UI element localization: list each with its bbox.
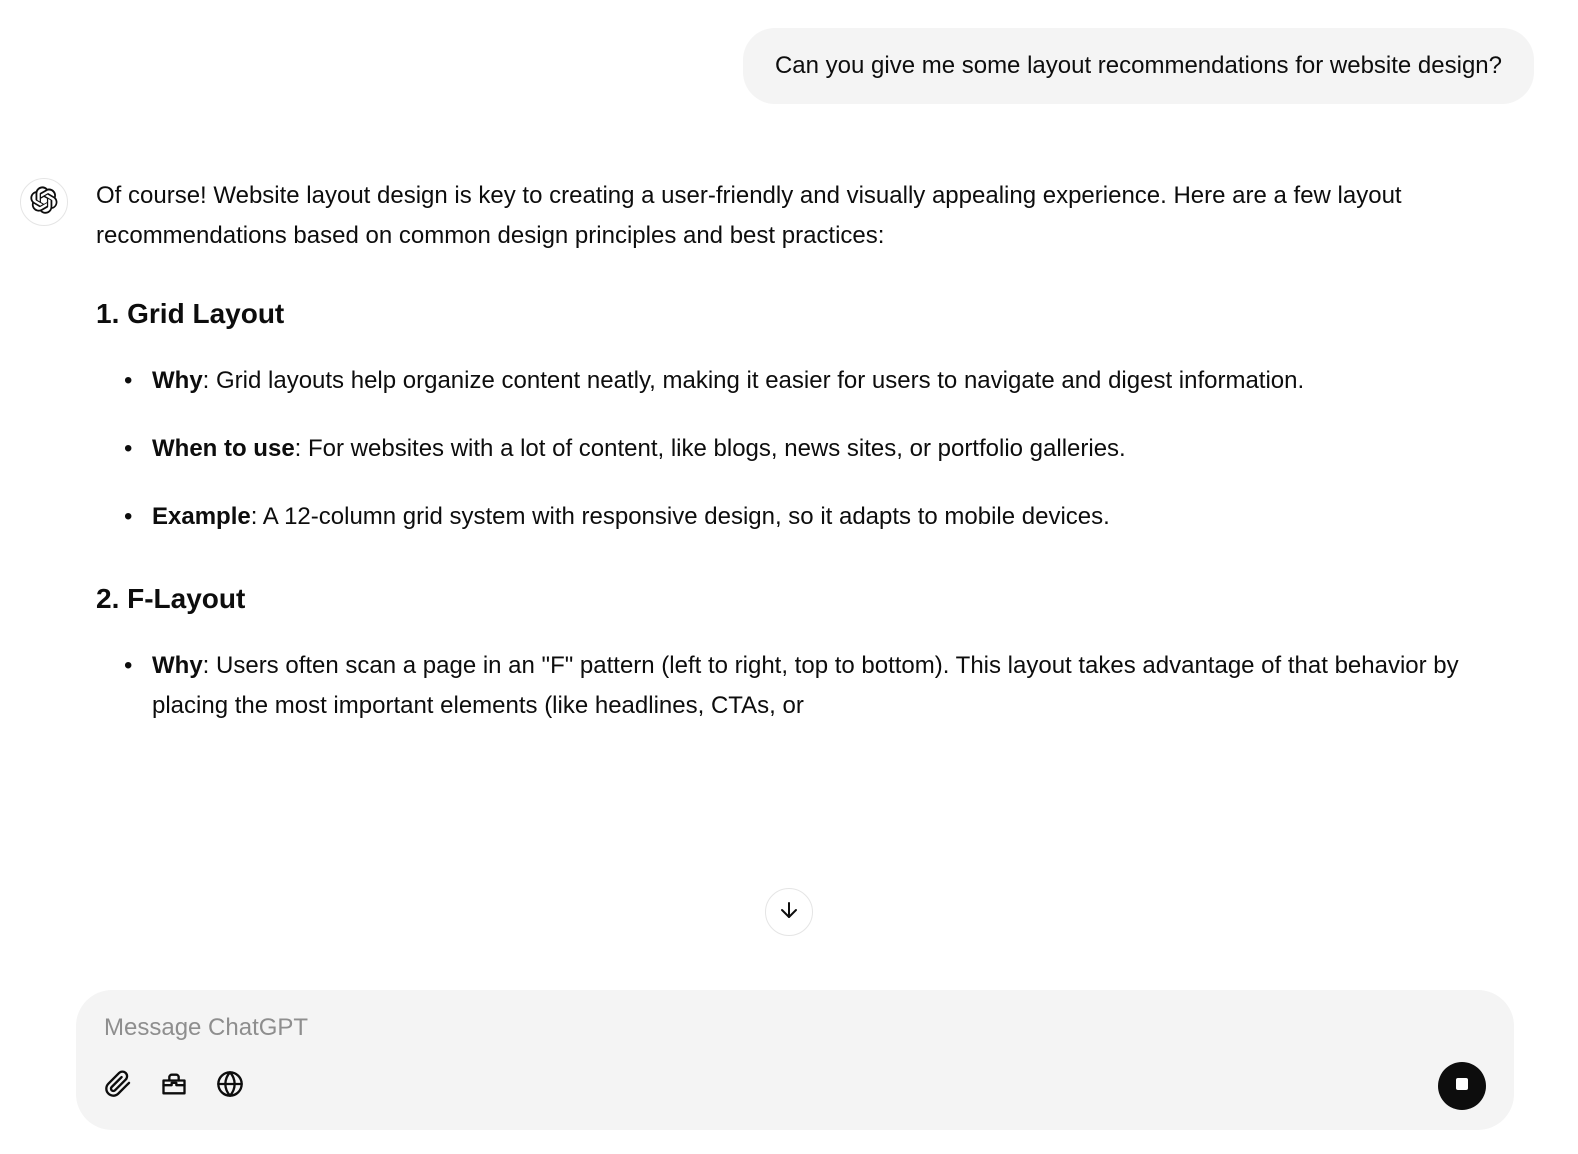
- assistant-content: Of course! Website layout design is key …: [96, 176, 1534, 766]
- section-heading: 1. Grid Layout: [96, 291, 1534, 337]
- user-message-text: Can you give me some layout recommendati…: [775, 52, 1502, 79]
- stop-button[interactable]: [1438, 1062, 1486, 1110]
- item-text: : For websites with a lot of content, li…: [295, 435, 1126, 462]
- item-label: Why: [152, 367, 203, 394]
- item-text: : A 12-column grid system with responsiv…: [251, 503, 1110, 530]
- assistant-intro: Of course! Website layout design is key …: [96, 176, 1534, 255]
- assistant-message-row: Of course! Website layout design is key …: [20, 176, 1558, 766]
- web-search-button[interactable]: [216, 1072, 244, 1100]
- item-label: When to use: [152, 435, 295, 462]
- user-message-row: Can you give me some layout recommendati…: [20, 28, 1558, 104]
- item-label: Example: [152, 503, 251, 530]
- list-item: When to use: For websites with a lot of …: [96, 429, 1534, 469]
- toolbox-icon: [160, 1070, 188, 1103]
- toolbar-left: [104, 1072, 244, 1100]
- arrow-down-icon: [777, 898, 801, 927]
- globe-icon: [216, 1070, 244, 1103]
- chat-container: Can you give me some layout recommendati…: [0, 0, 1578, 1154]
- item-label: Why: [152, 652, 203, 679]
- input-area: [76, 990, 1514, 1130]
- item-text: : Grid layouts help organize content nea…: [203, 367, 1305, 394]
- section-list: Why: Grid layouts help organize content …: [96, 361, 1534, 536]
- chatgpt-logo-icon: [30, 186, 58, 219]
- list-item: Why: Grid layouts help organize content …: [96, 361, 1534, 401]
- section-heading: 2. F-Layout: [96, 576, 1534, 622]
- list-item: Why: Users often scan a page in an "F" p…: [96, 646, 1534, 725]
- stop-icon: [1454, 1076, 1470, 1097]
- attach-file-button[interactable]: [104, 1072, 132, 1100]
- item-text: : Users often scan a page in an "F" patt…: [152, 652, 1459, 719]
- tools-button[interactable]: [160, 1072, 188, 1100]
- section-grid-layout: 1. Grid Layout Why: Grid layouts help or…: [96, 291, 1534, 536]
- section-list: Why: Users often scan a page in an "F" p…: [96, 646, 1534, 725]
- list-item: Example: A 12-column grid system with re…: [96, 497, 1534, 537]
- user-message: Can you give me some layout recommendati…: [743, 28, 1534, 104]
- messages-area: Can you give me some layout recommendati…: [20, 0, 1558, 1154]
- paperclip-icon: [104, 1070, 132, 1103]
- section-f-layout: 2. F-Layout Why: Users often scan a page…: [96, 576, 1534, 725]
- input-toolbar: [104, 1062, 1486, 1110]
- message-input[interactable]: [104, 1014, 1486, 1042]
- scroll-down-button[interactable]: [765, 888, 813, 936]
- assistant-avatar: [20, 178, 68, 226]
